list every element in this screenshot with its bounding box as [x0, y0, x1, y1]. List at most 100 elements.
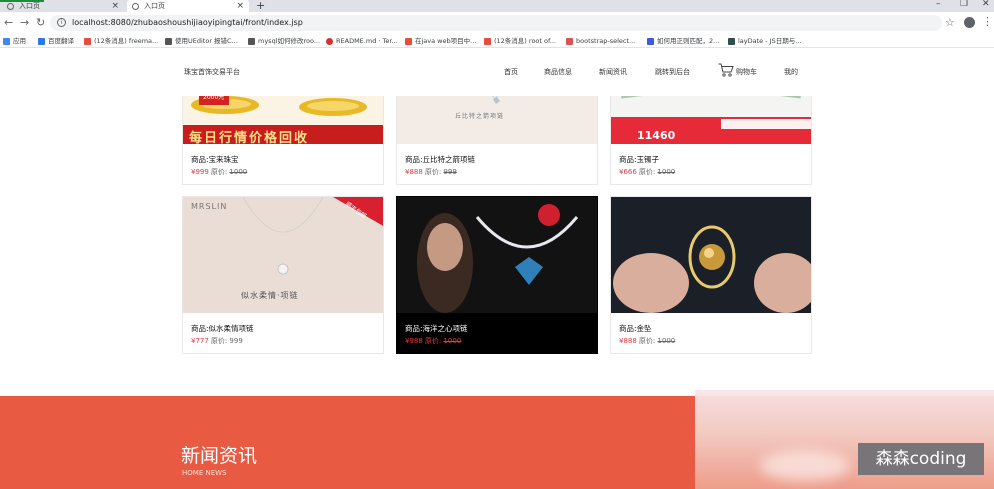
product-card[interactable]: 2000元 每日行情价格回收 商品:宝来珠宝 ¥999 原价: 1000 [182, 84, 384, 185]
watermark-label: 森森coding [858, 443, 984, 475]
nav-mine[interactable]: 我的 [784, 67, 798, 77]
original-price: 1000 [657, 168, 676, 176]
product-card[interactable]: 11460 商品:玉镯子 ¥666 原价: 1000 [610, 84, 812, 185]
product-price: ¥666 原价: 1000 [619, 167, 675, 177]
bookmark-star-icon[interactable]: ☆ [945, 16, 955, 29]
bookmark-item[interactable]: (12条消息) root of... [484, 36, 556, 47]
bookmark-label: layDate - JS日期与... [738, 37, 802, 45]
sale-price: ¥888 [405, 168, 423, 176]
bookmark-favicon-icon [566, 38, 573, 45]
nav-news[interactable]: 新闻资讯 [599, 67, 627, 77]
nav-admin[interactable]: 跳转到后台 [655, 67, 690, 77]
apps-grid-icon [3, 38, 10, 45]
original-price-label: 原价: [638, 337, 656, 345]
product-price: ¥999 原价: 1000 [191, 167, 247, 177]
bookmark-label: 使用UEditor 报错C... [175, 37, 238, 45]
original-price-label: 原价: [638, 168, 656, 176]
close-tab-icon[interactable]: × [111, 0, 119, 12]
product-image[interactable] [397, 197, 597, 313]
original-price-label: 原价: [424, 168, 442, 176]
bookmark-item[interactable]: README.md · Ter... [326, 36, 398, 47]
brand-text: MRSLIN [191, 202, 228, 211]
bookmark-item[interactable]: mysql如何修改roo... [248, 36, 320, 47]
back-icon[interactable]: ← [4, 16, 13, 29]
bookmark-label: (12条消息) root of... [494, 37, 556, 45]
bookmark-label: 百度翻译 [48, 37, 74, 45]
browser-tab-1[interactable]: 入口页 × [2, 0, 124, 12]
bookmark-item[interactable]: bootstrap-select... [566, 36, 635, 47]
product-name[interactable]: 商品:丘比特之箭项链 [405, 154, 475, 165]
new-tab-button[interactable]: + [256, 0, 265, 12]
original-price-label: 原价: [424, 337, 442, 345]
menu-kebab-icon[interactable]: ⋮ [982, 15, 993, 28]
sale-price: ¥888 [619, 337, 637, 345]
bookmark-item[interactable]: 如何用正则匹配，2... [647, 36, 719, 47]
close-tab-icon[interactable]: × [236, 0, 244, 12]
product-card[interactable]: MRSLIN 顺丰包邮 似水柔情·项链 商品:似水柔情项链 ¥777 原价: 99… [182, 196, 384, 354]
original-price-label: 原价: [210, 337, 228, 345]
browser-tab-strip: 入口页 × 入口页 × + – ❐ ✕ [0, 0, 994, 12]
bookmark-item[interactable]: 百度翻译 [38, 36, 74, 47]
ocean-heart-necklace-image [397, 197, 597, 313]
original-price: 1000 [443, 337, 462, 345]
tab-title: 入口页 [144, 2, 165, 10]
product-price: ¥888 原价: 1000 [619, 336, 675, 346]
cart-icon[interactable] [718, 63, 734, 77]
product-card[interactable]: 丘比特之箭项链 商品:丘比特之箭项链 ¥888 原价: 999 [396, 84, 598, 185]
restore-icon[interactable]: ❐ [960, 0, 968, 9]
bookmark-item[interactable]: 在java web项目中... [405, 36, 476, 47]
minimize-icon[interactable]: – [936, 0, 941, 9]
bookmark-favicon-icon [165, 38, 172, 45]
bookmark-item[interactable]: (12条消息) freema... [84, 36, 158, 47]
sale-price: ¥777 [191, 337, 209, 345]
product-name[interactable]: 商品:似水柔情项链 [191, 323, 254, 334]
banner-text: 每日行情价格回收 [189, 131, 310, 144]
address-toolbar: ← → ↻ i localhost:8080/zhubaoshoushijiao… [0, 12, 994, 34]
original-price: 1000 [657, 337, 676, 345]
bookmark-favicon-icon [484, 38, 491, 45]
sale-price: ¥988 [405, 337, 423, 345]
sale-price: ¥666 [619, 168, 637, 176]
product-name[interactable]: 商品:玉镯子 [619, 154, 659, 165]
bookmark-apps[interactable]: 应用 [3, 36, 26, 47]
product-card[interactable]: 商品:金坠 ¥888 原价: 1000 [610, 196, 812, 354]
browser-tab-2[interactable]: 入口页 × [127, 0, 249, 12]
tab-title: 入口页 [19, 2, 40, 10]
product-image[interactable]: MRSLIN 顺丰包邮 似水柔情·项链 [183, 197, 383, 313]
product-name[interactable]: 商品:宝来珠宝 [191, 154, 239, 165]
sale-price: ¥999 [191, 168, 209, 176]
nav-cart[interactable]: 购物车 [736, 67, 757, 77]
gold-pendant-image [611, 197, 811, 313]
bookmark-favicon-icon [38, 38, 45, 45]
profile-avatar-icon[interactable] [964, 17, 975, 28]
product-name[interactable]: 商品:海洋之心项链 [405, 323, 468, 334]
product-price: ¥988 原价: 1000 [405, 336, 461, 346]
reload-icon[interactable]: ↻ [36, 16, 45, 29]
bookmark-favicon-icon [84, 38, 91, 45]
site-header: 珠宝首饰交易平台 首页 商品信息 新闻资讯 跳转到后台 购物车 我的 [0, 49, 994, 96]
product-card-hovered[interactable]: 商品:海洋之心项链 ¥988 原价: 1000 [396, 196, 598, 354]
product-image[interactable] [611, 197, 811, 313]
original-price: 999 [229, 337, 243, 345]
bookmark-item[interactable]: 使用UEditor 报错C... [165, 36, 238, 47]
original-price: 1000 [229, 168, 248, 176]
site-logo[interactable]: 珠宝首饰交易平台 [184, 67, 240, 77]
banner-price: 11460 [637, 129, 676, 142]
bookmark-favicon-icon [728, 38, 735, 45]
info-icon[interactable]: i [57, 18, 66, 27]
bookmark-item[interactable]: layDate - JS日期与... [728, 36, 801, 47]
nav-products[interactable]: 商品信息 [544, 67, 572, 77]
bookmark-label: 如何用正则匹配，2... [657, 37, 720, 45]
bookmark-label: mysql如何修改roo... [258, 37, 321, 45]
bookmark-favicon-icon [326, 38, 333, 45]
window-close-icon[interactable]: ✕ [982, 0, 990, 9]
globe-icon [7, 3, 14, 10]
news-section-subtitle: HOME NEWS [182, 469, 227, 477]
nav-home[interactable]: 首页 [504, 67, 518, 77]
bookmark-favicon-icon [248, 38, 255, 45]
bookmark-label: bootstrap-select... [576, 37, 636, 45]
product-name[interactable]: 商品:金坠 [619, 323, 652, 334]
bookmark-favicon-icon [405, 38, 412, 45]
address-bar[interactable]: i localhost:8080/zhubaoshoushijiaoyiping… [50, 15, 942, 31]
forward-icon[interactable]: → [20, 16, 29, 29]
